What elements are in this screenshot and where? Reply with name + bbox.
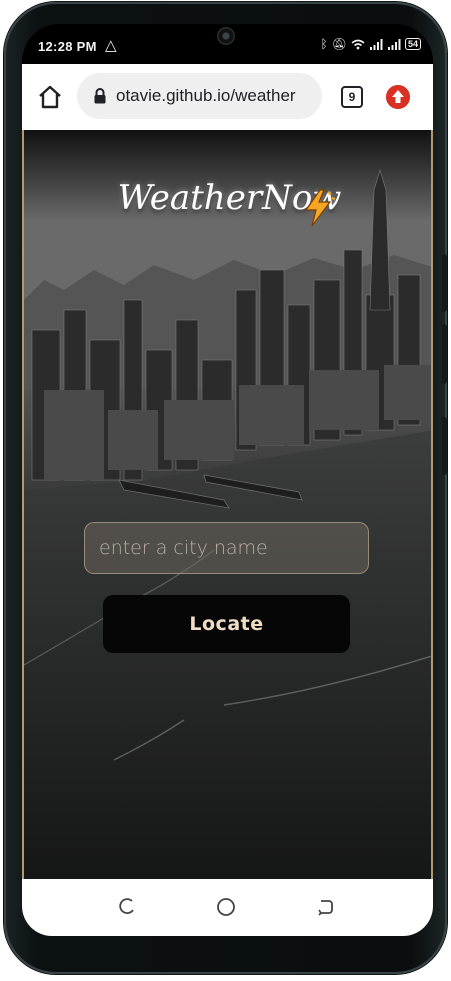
- volume-down-button: [442, 324, 447, 384]
- recent-apps-icon[interactable]: [117, 897, 137, 917]
- url-text: otavie.github.io/weather: [116, 86, 296, 105]
- phone-frame: 12:28 PM △ ᛒ 🔕︎ 54 otavie.github.io/weat…: [4, 2, 447, 974]
- signal-icon: [369, 38, 383, 50]
- city-search-input[interactable]: [84, 522, 369, 574]
- address-bar[interactable]: otavie.github.io/weather: [77, 73, 322, 119]
- bluetooth-icon: ᛒ: [320, 37, 328, 51]
- wifi-icon: [351, 39, 365, 49]
- navigation-bar: [22, 879, 433, 936]
- signal-icon: [387, 38, 401, 50]
- status-bar: 12:28 PM △ ᛒ 🔕︎ 54: [22, 24, 433, 64]
- mute-icon: 🔕︎: [331, 37, 347, 51]
- lock-icon: [94, 88, 106, 104]
- back-icon[interactable]: [315, 897, 335, 917]
- weather-page: WeatherNow Locate: [22, 130, 433, 879]
- app-title: WeatherNow: [117, 178, 342, 218]
- home-circle-icon[interactable]: [216, 897, 236, 917]
- battery-icon: 54: [404, 38, 421, 50]
- lightning-bolt-icon: [304, 189, 336, 227]
- city-skyline-background: [24, 130, 431, 879]
- status-icons: ᛒ 🔕︎ 54: [321, 37, 421, 51]
- locate-button[interactable]: Locate: [103, 595, 350, 653]
- tab-switcher-button[interactable]: 9: [341, 86, 363, 108]
- volume-up-button: [442, 254, 447, 312]
- home-icon[interactable]: [36, 83, 64, 111]
- update-icon[interactable]: [386, 85, 410, 109]
- status-time: 12:28 PM: [38, 39, 97, 54]
- browser-toolbar: otavie.github.io/weather 9: [22, 64, 433, 130]
- phone-screen: 12:28 PM △ ᛒ 🔕︎ 54 otavie.github.io/weat…: [22, 24, 433, 936]
- alert-triangle-icon: △: [105, 37, 117, 54]
- front-camera: [217, 27, 235, 45]
- power-button: [442, 417, 447, 475]
